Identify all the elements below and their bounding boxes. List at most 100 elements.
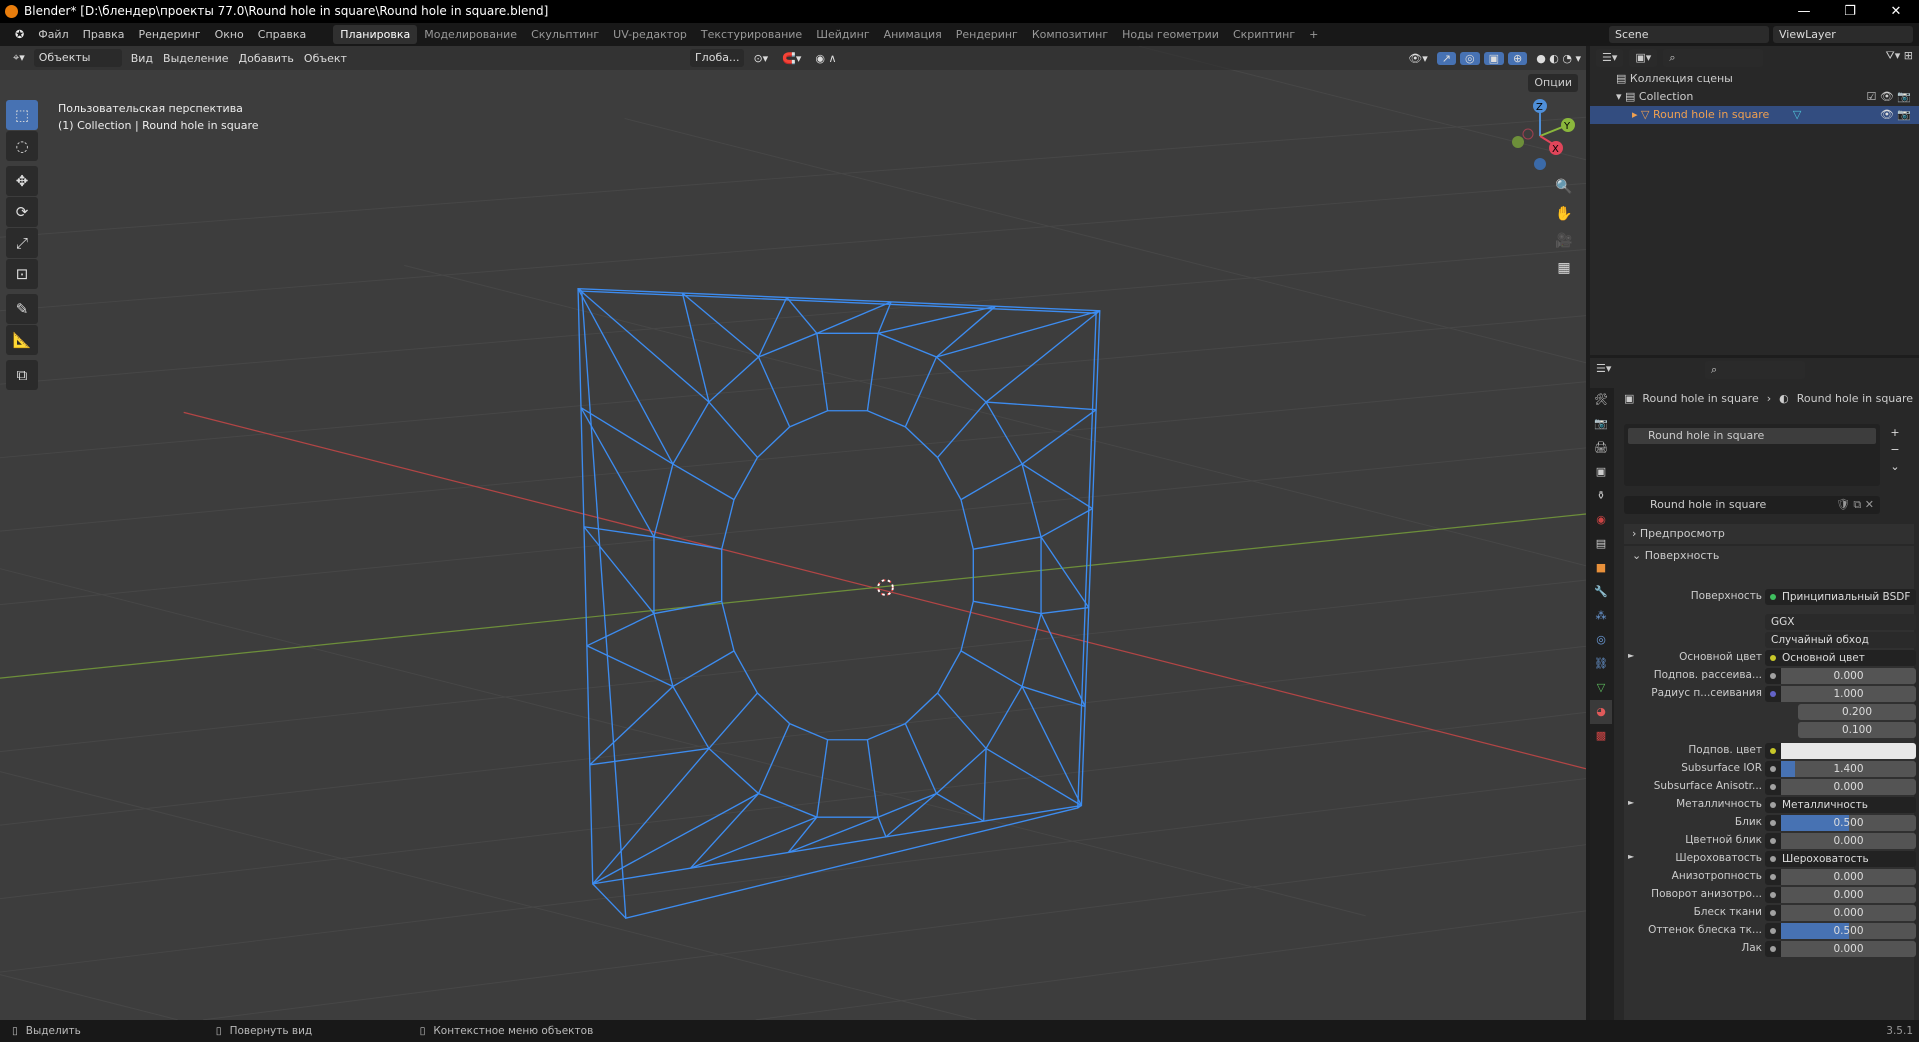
- blender-menu-icon[interactable]: ✪: [8, 25, 31, 44]
- input-socket-icon[interactable]: [1765, 743, 1781, 759]
- linked-input-field[interactable]: Шероховатость: [1765, 851, 1916, 867]
- minimize-button[interactable]: —: [1781, 0, 1827, 23]
- tab-workspace[interactable]: Ноды геометрии: [1115, 25, 1226, 44]
- viewport-menu-item[interactable]: Вид: [126, 52, 158, 65]
- menu-item[interactable]: Окно: [208, 25, 251, 44]
- linked-input-field[interactable]: Основной цвет: [1765, 650, 1916, 666]
- expand-icon[interactable]: ►: [1628, 798, 1634, 807]
- input-socket-icon[interactable]: [1765, 779, 1781, 795]
- display-mode-icon[interactable]: ☰▾: [1596, 49, 1624, 67]
- value-slider[interactable]: 0.000: [1781, 941, 1916, 957]
- tab-workspace[interactable]: Планировка: [333, 25, 418, 44]
- rotate-tool-icon[interactable]: ⟳: [6, 197, 38, 227]
- value-slider[interactable]: 0.200: [1798, 704, 1916, 720]
- tab-workspace[interactable]: Композитинг: [1025, 25, 1115, 44]
- menu-item[interactable]: Файл: [31, 25, 75, 44]
- object-toggles-icon[interactable]: 👁 📷: [1880, 106, 1911, 124]
- select-box-tool-icon[interactable]: ⬚: [6, 100, 38, 130]
- input-socket-icon[interactable]: [1765, 941, 1781, 957]
- viewport-menu-item[interactable]: Добавить: [234, 52, 299, 65]
- surface-shader-field[interactable]: Принципиальный BSDF: [1765, 589, 1916, 605]
- outliner-collection[interactable]: ▾ ▤ Collection ☑ 👁 📷: [1590, 88, 1919, 106]
- proportional-icon[interactable]: ◉ ∧: [810, 52, 841, 65]
- add-cube-tool-icon[interactable]: ⧉: [6, 360, 38, 390]
- maximize-button[interactable]: ❐: [1827, 0, 1873, 23]
- tab-workspace[interactable]: Анимация: [877, 25, 949, 44]
- mesh-wireframe[interactable]: [577, 287, 1101, 920]
- value-slider[interactable]: 0.000: [1781, 887, 1916, 903]
- value-slider[interactable]: 0.100: [1798, 722, 1916, 738]
- input-socket-icon[interactable]: [1765, 905, 1781, 921]
- ortho-toggle-icon[interactable]: ▦: [1552, 255, 1576, 282]
- tab-workspace[interactable]: Шейдинг: [809, 25, 876, 44]
- tab-workspace[interactable]: UV-редактор: [606, 25, 694, 44]
- value-slider[interactable]: 0.000: [1781, 668, 1916, 684]
- gizmo-y-label[interactable]: Y: [1563, 121, 1571, 132]
- snap-icon[interactable]: 🧲▾: [777, 52, 806, 65]
- tab-workspace[interactable]: Скульптинг: [524, 25, 606, 44]
- tab-workspace[interactable]: Скриптинг: [1226, 25, 1302, 44]
- orientation-dropdown[interactable]: Глоба...: [689, 49, 745, 67]
- menu-item[interactable]: Справка: [251, 25, 313, 44]
- measure-tool-icon[interactable]: 📐: [6, 325, 38, 355]
- close-button[interactable]: ✕: [1873, 0, 1919, 23]
- value-slider[interactable]: 0.000: [1781, 779, 1916, 795]
- subsurface-method-dropdown[interactable]: Случайный обход: [1765, 632, 1916, 648]
- value-slider[interactable]: 0.000: [1781, 905, 1916, 921]
- outliner-scene-collection[interactable]: ▤ Коллекция сцены: [1590, 70, 1919, 88]
- input-socket-icon[interactable]: [1765, 833, 1781, 849]
- scale-tool-icon[interactable]: ⤢: [6, 228, 38, 258]
- gizmo-z-label[interactable]: Z: [1536, 102, 1543, 113]
- scene-field[interactable]: Scene: [1609, 26, 1769, 43]
- shading-wireframe-icon[interactable]: ⊕: [1507, 51, 1528, 65]
- viewport-menu-item[interactable]: Выделение: [158, 52, 234, 65]
- tab-workspace[interactable]: Текстурирование: [694, 25, 809, 44]
- mode-dropdown[interactable]: Объекты: [33, 49, 122, 67]
- distribution-dropdown[interactable]: GGX: [1765, 614, 1916, 630]
- transform-tool-icon[interactable]: ⊡: [6, 259, 38, 289]
- input-socket-icon[interactable]: [1765, 815, 1781, 831]
- filter-icon[interactable]: ⛛▾ ⊞: [1886, 49, 1913, 63]
- value-slider[interactable]: 0.000: [1781, 869, 1916, 885]
- gizmo-x-label[interactable]: X: [1552, 144, 1559, 155]
- input-socket-icon[interactable]: [1765, 869, 1781, 885]
- value-slider[interactable]: 0.000: [1781, 833, 1916, 849]
- navigation-gizmo[interactable]: Z Y X: [1500, 96, 1580, 176]
- overlay-toggle-icon[interactable]: ◎: [1459, 51, 1480, 65]
- visibility-icon[interactable]: 👁▾: [1403, 52, 1433, 65]
- input-socket-icon[interactable]: [1765, 668, 1781, 684]
- tab-workspace[interactable]: Моделирование: [417, 25, 524, 44]
- cursor-tool-icon[interactable]: ◌: [6, 131, 38, 161]
- menu-item[interactable]: Правка: [76, 25, 132, 44]
- shading-solid-icon[interactable]: ● ◐ ◔ ▾: [1531, 52, 1586, 65]
- value-slider[interactable]: 0.500: [1781, 923, 1916, 939]
- menu-item[interactable]: Рендеринг: [131, 25, 207, 44]
- input-socket-icon[interactable]: [1765, 761, 1781, 777]
- tab-workspace[interactable]: Рендеринг: [949, 25, 1025, 44]
- outliner-object[interactable]: ▸ ▽ Round hole in square ▽ 👁 📷: [1590, 106, 1919, 124]
- input-socket-icon[interactable]: [1765, 923, 1781, 939]
- color-swatch[interactable]: [1781, 743, 1916, 759]
- move-tool-icon[interactable]: ✥: [6, 166, 38, 196]
- expand-icon[interactable]: ►: [1628, 852, 1634, 861]
- gizmo-toggle-icon[interactable]: ↗: [1436, 51, 1456, 65]
- collection-toggles-icon[interactable]: ☑ 👁 📷: [1866, 88, 1911, 106]
- xray-toggle-icon[interactable]: ▣: [1483, 51, 1504, 65]
- input-socket-icon[interactable]: [1765, 686, 1781, 702]
- expand-icon[interactable]: ►: [1628, 651, 1634, 660]
- linked-input-field[interactable]: Металличность: [1765, 797, 1916, 813]
- value-slider[interactable]: 1.400: [1781, 761, 1916, 777]
- camera-view-icon[interactable]: 🎥: [1552, 228, 1576, 255]
- annotate-tool-icon[interactable]: ✎: [6, 294, 38, 324]
- pivot-icon[interactable]: ⊙▾: [748, 52, 773, 65]
- outliner-search-input[interactable]: ⌕: [1663, 49, 1764, 67]
- tab-workspace[interactable]: +: [1302, 25, 1325, 44]
- pan-view-icon[interactable]: ✋: [1552, 201, 1576, 228]
- options-dropdown[interactable]: Опции: [1528, 74, 1578, 92]
- zoom-view-icon[interactable]: 🔍: [1552, 174, 1576, 201]
- value-slider[interactable]: 0.500: [1781, 815, 1916, 831]
- editor-type-icon[interactable]: ⌖▾: [8, 51, 30, 65]
- view-layer-field[interactable]: ViewLayer: [1773, 26, 1913, 43]
- input-socket-icon[interactable]: [1765, 887, 1781, 903]
- 3d-viewport[interactable]: ⌖▾ Объекты Вид Выделение Добавить Объект Гл…: [0, 46, 1586, 1020]
